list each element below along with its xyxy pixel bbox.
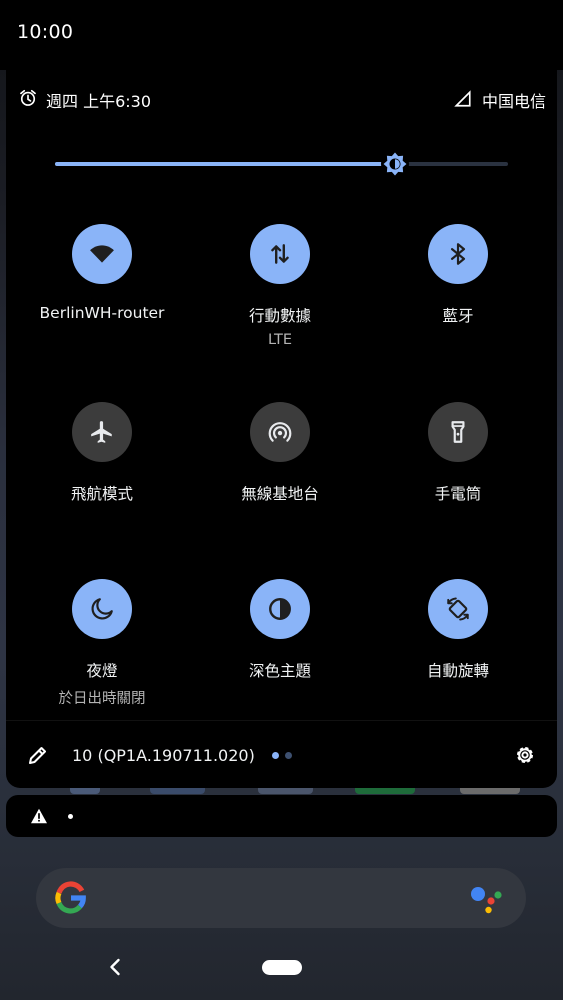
tile-hotspot[interactable]: 無線基地台 <box>200 402 360 504</box>
tile-auto-rotate-button[interactable] <box>428 579 488 639</box>
tile-dark-theme-label: 深色主題 <box>248 662 311 680</box>
page-dot[interactable] <box>285 752 292 759</box>
tile-bluetooth-button[interactable] <box>428 224 488 284</box>
auto-rotate-icon <box>447 597 469 621</box>
dark-theme-icon <box>269 598 291 620</box>
tile-night-light-sub: 於日出時關閉 <box>58 691 146 707</box>
tile-wifi[interactable]: BerlinWH-router <box>22 224 182 322</box>
tile-flashlight-label: 手電筒 <box>434 485 482 503</box>
brightness-icon[interactable] <box>380 149 410 179</box>
carrier-name: 中国电信 <box>481 92 546 111</box>
tile-flashlight[interactable]: 手電筒 <box>378 402 538 504</box>
app-icon-peek <box>70 788 100 794</box>
tile-night-light-button[interactable] <box>72 579 132 639</box>
page-dot-active[interactable] <box>272 752 279 759</box>
status-clock: 10:00 <box>17 21 74 43</box>
tile-dark-theme-button[interactable] <box>250 579 310 639</box>
home-pill[interactable] <box>262 960 302 975</box>
flashlight-icon <box>451 421 465 443</box>
tile-airplane-label: 飛航模式 <box>70 485 133 503</box>
notification-dot <box>68 814 73 819</box>
alarm-icon <box>20 89 36 106</box>
mobile-data-icon <box>271 244 289 264</box>
tile-wifi-button[interactable] <box>72 224 132 284</box>
tile-mobile-data[interactable]: 行動數據 LTE <box>200 224 360 348</box>
tile-mobile-data-sub: LTE <box>267 332 293 348</box>
tile-dark-theme[interactable]: 深色主題 <box>200 579 360 681</box>
tile-bluetooth-label: 藍牙 <box>442 307 474 325</box>
tile-auto-rotate[interactable]: 自動旋轉 <box>378 579 538 681</box>
status-bar: 10:00 <box>0 0 563 70</box>
wifi-icon <box>90 245 114 263</box>
notification-card[interactable] <box>6 795 557 837</box>
tile-wifi-label: BerlinWH-router <box>39 304 165 322</box>
tile-airplane[interactable]: 飛航模式 <box>22 402 182 504</box>
tile-flashlight-button[interactable] <box>428 402 488 462</box>
footer-divider <box>6 720 557 721</box>
tile-bluetooth[interactable]: 藍牙 <box>378 224 538 326</box>
hotspot-icon <box>268 422 292 442</box>
moon-icon <box>91 598 113 620</box>
build-number[interactable]: 10 (QP1A.190711.020) <box>72 746 255 765</box>
tile-night-light-label: 夜燈 <box>86 662 118 680</box>
tile-mobile-data-button[interactable] <box>250 224 310 284</box>
bluetooth-icon <box>450 243 466 265</box>
assistant-icon[interactable] <box>470 884 502 914</box>
settings-gear-icon[interactable] <box>513 743 537 767</box>
back-icon[interactable] <box>106 957 124 977</box>
tile-night-light[interactable]: 夜燈 於日出時關閉 <box>22 579 182 708</box>
edit-icon[interactable] <box>26 743 50 767</box>
google-logo-icon[interactable] <box>54 881 88 915</box>
app-icon-peek <box>460 788 520 794</box>
quick-settings-panel: 週四 上午6:30 中国电信 BerlinWH-router 行動數據 LTE <box>6 70 557 788</box>
airplane-icon <box>91 421 112 443</box>
tile-mobile-data-label: 行動數據 <box>248 307 311 325</box>
google-search-bar[interactable] <box>36 868 526 928</box>
tile-airplane-button[interactable] <box>72 402 132 462</box>
brightness-slider[interactable] <box>55 150 508 178</box>
app-icon-peek <box>258 788 313 794</box>
next-alarm[interactable]: 週四 上午6:30 <box>46 88 151 112</box>
signal-icon <box>454 90 471 107</box>
tile-hotspot-label: 無線基地台 <box>241 485 319 503</box>
tile-hotspot-button[interactable] <box>250 402 310 462</box>
app-icon-peek <box>355 788 415 794</box>
tile-auto-rotate-label: 自動旋轉 <box>426 662 489 680</box>
warning-icon <box>31 808 47 824</box>
brightness-slider-fill <box>55 162 395 166</box>
app-icon-peek <box>150 788 205 794</box>
